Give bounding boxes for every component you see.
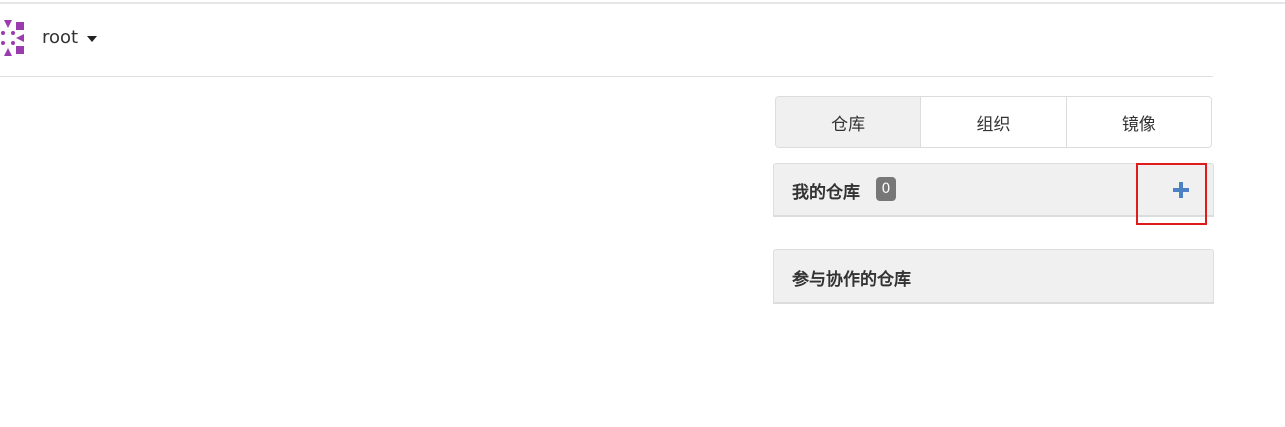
tab-organizations[interactable]: 组织: [921, 97, 1067, 147]
top-border: [0, 2, 1285, 4]
user-switcher[interactable]: root: [42, 26, 98, 50]
my-repos-title: 我的仓库: [792, 183, 860, 203]
username[interactable]: root: [42, 26, 78, 50]
collab-repos-panel: 参与协作的仓库: [773, 249, 1214, 304]
caret-down-icon[interactable]: [87, 36, 98, 42]
tab-mirrors[interactable]: 镜像: [1066, 97, 1211, 147]
plus-icon[interactable]: [1173, 182, 1189, 198]
user-bar: root: [0, 18, 300, 60]
tab-repositories[interactable]: 仓库: [776, 97, 922, 147]
header-divider: [0, 76, 1213, 77]
repo-count-badge: 0: [876, 177, 896, 201]
add-repo-button[interactable]: [1168, 177, 1194, 203]
collab-repos-title: 参与协作的仓库: [792, 270, 911, 290]
my-repos-panel: 我的仓库 0: [773, 163, 1214, 217]
dashboard-tabs: 仓库 组织 镜像: [775, 96, 1212, 148]
identicon-avatar[interactable]: [0, 20, 24, 56]
